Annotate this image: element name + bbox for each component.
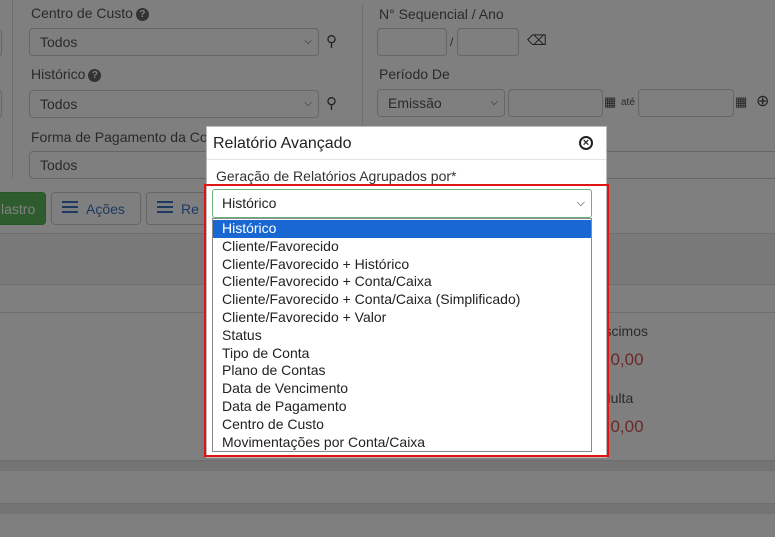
option-cliente-favorecido-valor[interactable]: Cliente/Favorecido + Valor [213,309,591,327]
agrupamento-label: Geração de Relatórios Agrupados por* [216,168,457,184]
option-movimentacoes-conta-caixa[interactable]: Movimentações por Conta/Caixa [213,434,591,452]
option-data-de-vencimento[interactable]: Data de Vencimento [213,380,591,398]
agrupamento-select-value: Histórico [222,195,277,211]
option-centro-de-custo[interactable]: Centro de Custo [213,416,591,434]
option-historico[interactable]: Histórico [213,220,591,238]
chevron-down-icon: ⌵ [576,197,585,209]
option-cliente-favorecido-historico[interactable]: Cliente/Favorecido + Histórico [213,256,591,274]
option-status[interactable]: Status [213,327,591,345]
modal-divider [207,159,606,160]
agrupamento-dropdown-list: Histórico Cliente/Favorecido Cliente/Fav… [212,218,592,452]
modal-title: Relatório Avançado [213,135,352,152]
option-data-de-pagamento[interactable]: Data de Pagamento [213,398,591,416]
option-tipo-de-conta[interactable]: Tipo de Conta [213,345,591,363]
option-cliente-favorecido-conta-caixa[interactable]: Cliente/Favorecido + Conta/Caixa [213,273,591,291]
close-icon[interactable]: × [579,136,593,150]
option-plano-de-contas[interactable]: Plano de Contas [213,362,591,380]
option-cliente-favorecido-conta-caixa-simplificado[interactable]: Cliente/Favorecido + Conta/Caixa (Simpli… [213,291,591,309]
option-cliente-favorecido[interactable]: Cliente/Favorecido [213,238,591,256]
agrupamento-select[interactable]: Histórico ⌵ [212,189,592,218]
